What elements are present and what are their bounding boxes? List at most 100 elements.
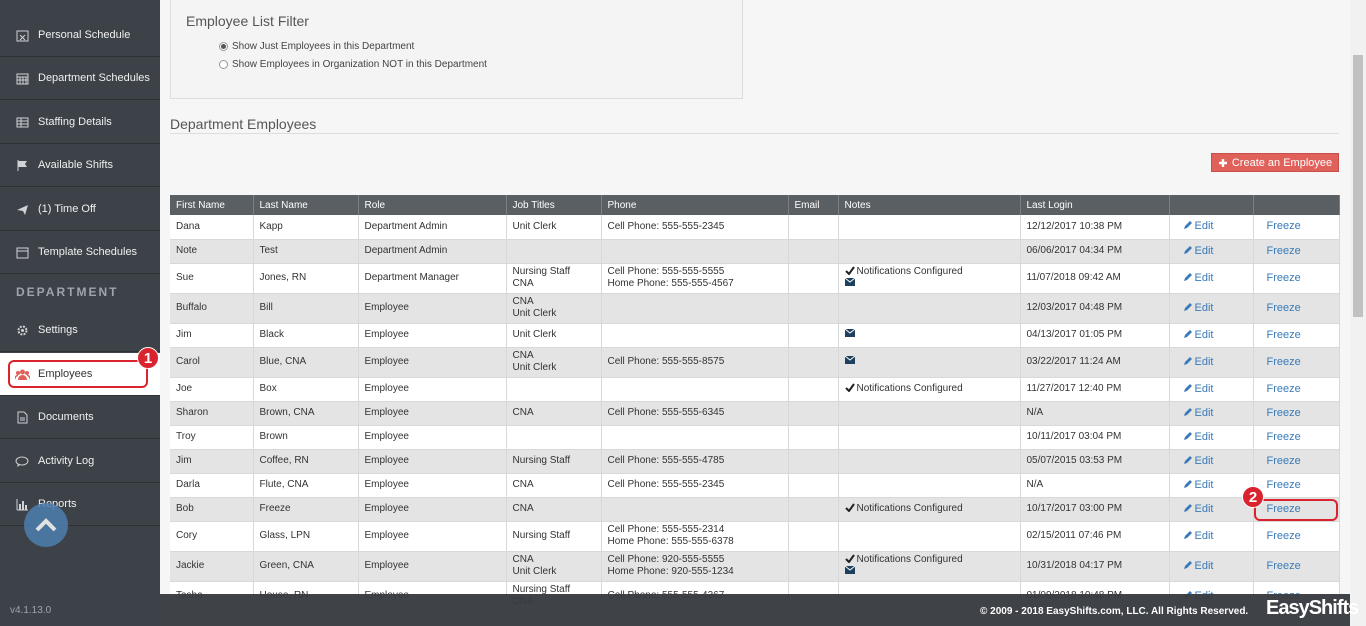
freeze-link[interactable]: Freeze <box>1267 407 1301 419</box>
freeze-link[interactable]: Freeze <box>1267 302 1301 314</box>
last-login-cell: 04/13/2017 01:05 PM <box>1020 323 1170 348</box>
last-login-cell: 02/15/2011 07:46 PM <box>1020 521 1170 552</box>
freeze-cell: Freeze <box>1253 293 1340 324</box>
sidebar-item-settings[interactable]: Settings <box>0 309 160 352</box>
footer: © 2009 - 2018 EasyShifts.com, LLC. All R… <box>160 594 1359 626</box>
notes-cell: Notifications Configured <box>838 377 1021 402</box>
phone-cell <box>601 239 789 264</box>
job-titles-cell: Unit Clerk <box>506 215 602 240</box>
edit-link[interactable]: Edit <box>1183 503 1213 515</box>
notes-cell <box>838 239 1021 264</box>
sidebar-item-activity-log[interactable]: Activity Log <box>0 440 160 483</box>
column-header[interactable]: Job Titles <box>506 195 602 215</box>
last-name-cell: Blue, CNA <box>253 347 359 378</box>
radio-button[interactable] <box>219 60 228 69</box>
easyshifts-logo: EasyShifts <box>1266 597 1359 619</box>
notes-cell <box>838 449 1021 474</box>
notes-cell <box>838 473 1021 498</box>
freeze-link[interactable]: Freeze <box>1267 383 1301 395</box>
column-header[interactable]: First Name <box>170 195 254 215</box>
freeze-cell: Freeze <box>1253 323 1340 348</box>
edit-link[interactable]: Edit <box>1183 406 1214 419</box>
notes-cell: Notifications Configured <box>838 497 1021 522</box>
job-titles-cell: CNA Unit Clerk <box>506 347 602 378</box>
column-header[interactable]: Last Name <box>253 195 359 215</box>
table-row: Sue Jones, RN Department Manager Nursing St… <box>170 263 1340 294</box>
column-header[interactable]: Notes <box>838 195 1021 215</box>
edit-label: Edit <box>1194 406 1214 419</box>
edit-label: Edit <box>1194 271 1214 284</box>
scrollbar-thumb[interactable] <box>1353 55 1363 317</box>
sidebar-item-personal-schedule[interactable]: Personal Schedule <box>0 14 160 57</box>
edit-link[interactable]: Edit <box>1183 479 1213 491</box>
sidebar-item-documents[interactable]: Documents <box>0 396 160 439</box>
email-cell <box>788 401 839 426</box>
edit-link[interactable]: Edit <box>1183 302 1213 314</box>
envelope-icon[interactable] <box>844 355 855 364</box>
edit-label: Edit <box>1194 430 1214 443</box>
copyright-text: © 2009 - 2018 EasyShifts.com, LLC. All R… <box>980 606 1249 617</box>
pencil-icon <box>1183 356 1192 365</box>
notes-cell <box>838 215 1021 240</box>
edit-link[interactable]: Edit <box>1183 430 1214 443</box>
sidebar-item-department-schedules[interactable]: Department Schedules <box>0 57 160 100</box>
freeze-link[interactable]: Freeze <box>1267 530 1301 542</box>
edit-link[interactable]: Edit <box>1183 530 1213 542</box>
last-login-cell: 12/03/2017 04:48 PM <box>1020 293 1170 324</box>
role-cell: Department Admin <box>358 215 507 240</box>
column-header[interactable]: Role <box>358 195 507 215</box>
edit-link[interactable]: Edit <box>1183 220 1213 232</box>
freeze-link[interactable]: Freeze <box>1267 560 1301 572</box>
sidebar-item-staffing-details[interactable]: Staffing Details <box>0 101 160 144</box>
sidebar-item-time-off[interactable]: (1) Time Off <box>0 188 160 231</box>
edit-link[interactable]: Edit <box>1183 245 1213 257</box>
edit-link[interactable]: Edit <box>1183 329 1213 341</box>
column-header[interactable]: Phone <box>601 195 789 215</box>
last-login-cell: 11/27/2017 12:40 PM <box>1020 377 1170 402</box>
check-icon <box>844 503 855 513</box>
freeze-link[interactable]: Freeze <box>1267 356 1301 368</box>
sidebar-item-available-shifts[interactable]: Available Shifts <box>0 144 160 187</box>
envelope-icon[interactable] <box>844 565 855 574</box>
edit-link[interactable]: Edit <box>1183 455 1213 467</box>
filter-option-label: Show Just Employees in this Department <box>232 41 415 52</box>
column-header[interactable]: Email <box>788 195 839 215</box>
scroll-to-top-button[interactable] <box>24 503 68 547</box>
freeze-link[interactable]: Freeze <box>1267 431 1301 443</box>
edit-cell: Edit <box>1169 215 1254 240</box>
filter-option-organization[interactable]: Show Employees in Organization NOT in th… <box>219 59 487 70</box>
last-login-cell: 10/11/2017 03:04 PM <box>1020 425 1170 450</box>
role-cell: Employee <box>358 401 507 426</box>
edit-link[interactable]: Edit <box>1183 560 1213 572</box>
freeze-cell: Freeze <box>1253 377 1340 402</box>
freeze-link[interactable]: Freeze <box>1267 479 1301 491</box>
phone-cell: Cell Phone: 555-555-8575 <box>601 347 789 378</box>
radio-button[interactable] <box>219 42 228 51</box>
email-cell <box>788 425 839 450</box>
sidebar-item-template-schedules[interactable]: Template Schedules <box>0 231 160 274</box>
column-header[interactable]: Last Login <box>1020 195 1170 215</box>
role-cell: Employee <box>358 323 507 348</box>
edit-link[interactable]: Edit <box>1183 383 1213 395</box>
first-name-cell: Bob <box>170 497 254 522</box>
create-employee-button[interactable]: Create an Employee <box>1211 153 1339 172</box>
email-cell <box>788 323 839 348</box>
envelope-icon[interactable] <box>844 328 855 337</box>
notes-cell <box>838 347 1021 378</box>
freeze-link[interactable]: Freeze <box>1267 220 1301 232</box>
role-cell: Employee <box>358 449 507 474</box>
edit-link[interactable]: Edit <box>1183 271 1214 284</box>
freeze-cell: Freeze <box>1253 473 1340 498</box>
pencil-icon <box>1183 530 1192 539</box>
freeze-cell: Freeze <box>1253 263 1340 294</box>
filter-option-department[interactable]: Show Just Employees in this Department <box>219 41 414 52</box>
edit-cell: Edit <box>1169 425 1254 450</box>
envelope-icon[interactable] <box>844 277 855 286</box>
edit-link[interactable]: Edit <box>1183 356 1213 368</box>
freeze-link[interactable]: Freeze <box>1267 455 1301 467</box>
freeze-link[interactable]: Freeze <box>1267 272 1301 284</box>
vertical-scrollbar[interactable] <box>1350 0 1366 626</box>
freeze-link[interactable]: Freeze <box>1267 329 1301 341</box>
edit-cell: Edit <box>1169 377 1254 402</box>
freeze-link[interactable]: Freeze <box>1267 245 1301 257</box>
